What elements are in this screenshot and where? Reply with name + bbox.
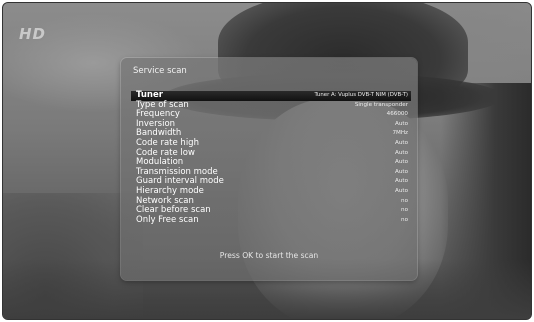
start-scan-hint: Press OK to start the scan: [219, 251, 319, 260]
setting-value: Single transponder: [354, 101, 408, 108]
setting-value: 7MHz: [392, 130, 408, 137]
setting-value: Auto: [395, 120, 408, 127]
settings-list: Tuner Tuner A: Vuplus DVB-T NIM (DVB-T) …: [131, 90, 411, 226]
setting-row-only-free-scan[interactable]: Only Free scan no: [131, 214, 411, 226]
setting-value: Auto: [395, 187, 408, 194]
dialog-title: Service scan: [133, 66, 187, 76]
setting-value: Auto: [395, 159, 408, 166]
setting-value: no: [401, 197, 408, 204]
service-scan-dialog: Service scan Tuner Tuner A: Vuplus DVB-T…: [121, 58, 417, 280]
setting-value: Auto: [395, 149, 408, 156]
channel-hd-logo: HD: [19, 25, 47, 43]
tv-screen: HD Service scan Tuner Tuner A: Vuplus DV…: [2, 2, 532, 320]
setting-value: Auto: [395, 178, 408, 185]
setting-value: Tuner A: Vuplus DVB-T NIM (DVB-T): [314, 92, 408, 98]
setting-value: Auto: [395, 168, 408, 175]
setting-value: 466000: [386, 111, 408, 118]
setting-value: no: [401, 216, 408, 223]
setting-label: Only Free scan: [136, 214, 199, 225]
setting-value: no: [401, 207, 408, 214]
setting-value: Auto: [395, 139, 408, 146]
